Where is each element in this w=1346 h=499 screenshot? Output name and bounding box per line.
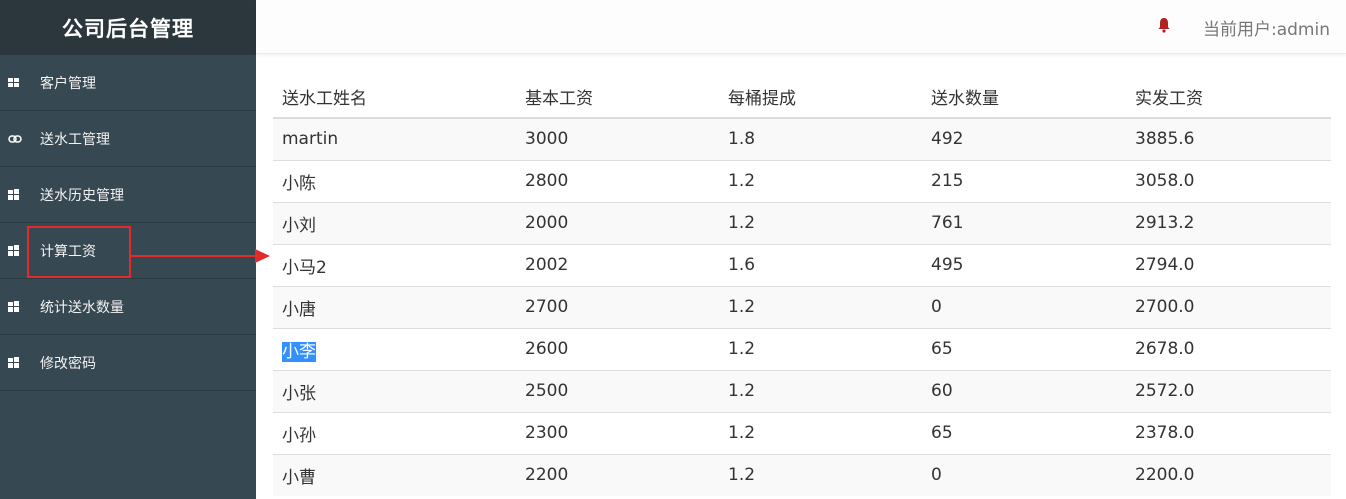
table-cell: 小唐	[273, 285, 516, 328]
table-row: 小孙 2300 1.2 65 2378.0	[273, 411, 1331, 454]
sidebar-item-history[interactable]: 送水历史管理	[0, 167, 256, 223]
table-cell: 215	[922, 159, 1126, 202]
table-header-row: 送水工姓名 基本工资 每桶提成 送水数量 实发工资	[273, 76, 1331, 119]
table-row: 小李 2600 1.2 65 2678.0	[273, 327, 1331, 370]
table-cell: 3000	[516, 117, 719, 160]
table-row: 小陈 2800 1.2 215 3058.0	[273, 159, 1331, 202]
table-cell: 小曹	[273, 453, 516, 496]
column-header: 每桶提成	[719, 76, 922, 119]
table-cell: 小孙	[273, 411, 516, 454]
table-cell: 2913.2	[1126, 201, 1331, 244]
sidebar-item-label: 送水历史管理	[40, 187, 124, 204]
table-cell: 1.2	[719, 453, 922, 496]
puzzle-icon	[0, 300, 40, 313]
table-cell: 1.2	[719, 201, 922, 244]
sidebar-item-label: 送水工管理	[40, 131, 110, 148]
annotation-highlight-box	[27, 226, 131, 278]
annotation-arrow-icon	[131, 249, 270, 263]
table-row: 小唐 2700 1.2 0 2700.0	[273, 285, 1331, 328]
table-cell: 2700.0	[1126, 285, 1331, 328]
table-cell: 2002	[516, 243, 719, 286]
table-cell: 65	[922, 327, 1126, 370]
table-cell: 2200.0	[1126, 453, 1331, 496]
column-header: 基本工资	[516, 76, 719, 119]
table-cell: 小陈	[273, 159, 516, 202]
sidebar-item-statistics[interactable]: 统计送水数量	[0, 279, 256, 335]
sidebar-item-customers[interactable]: 客户管理	[0, 55, 256, 111]
table-row: martin 3000 1.8 492 3885.6	[273, 117, 1331, 160]
sidebar-item-label: 修改密码	[40, 355, 96, 372]
main-content: 送水工姓名 基本工资 每桶提成 送水数量 实发工资 martin 3000 1.…	[273, 76, 1331, 496]
table-cell: 492	[922, 117, 1126, 160]
table-cell: 1.2	[719, 411, 922, 454]
column-header: 送水数量	[922, 76, 1126, 119]
sidebar-item-password[interactable]: 修改密码	[0, 335, 256, 391]
sidebar-item-workers[interactable]: 送水工管理	[0, 111, 256, 167]
puzzle-icon	[0, 356, 40, 369]
puzzle-icon	[0, 188, 40, 201]
table-row: 小曹 2200 1.2 0 2200.0	[273, 453, 1331, 496]
table-row: 小马2 2002 1.6 495 2794.0	[273, 243, 1331, 286]
sidebar-menu: 客户管理 送水工管理 送水历史管理 计算工资 统计送水数量 修改密码	[0, 55, 256, 391]
table-cell: 65	[922, 411, 1126, 454]
table-cell: 小张	[273, 369, 516, 412]
salary-table: 送水工姓名 基本工资 每桶提成 送水数量 实发工资 martin 3000 1.…	[273, 76, 1331, 496]
table-cell: 3885.6	[1126, 117, 1331, 160]
table-cell: 2794.0	[1126, 243, 1331, 286]
link-icon	[0, 134, 40, 144]
table-cell: 小李	[273, 327, 516, 370]
column-header: 实发工资	[1126, 76, 1331, 119]
sidebar-item-label: 统计送水数量	[40, 299, 124, 316]
column-header: 送水工姓名	[273, 76, 516, 119]
table-cell: 2000	[516, 201, 719, 244]
bell-icon[interactable]	[1157, 17, 1171, 37]
table-cell: 1.6	[719, 243, 922, 286]
table-cell: 0	[922, 285, 1126, 328]
table-row: 小张 2500 1.2 60 2572.0	[273, 369, 1331, 412]
app-title: 公司后台管理	[0, 0, 256, 55]
sidebar-item-label: 客户管理	[40, 75, 96, 92]
table-cell: 1.8	[719, 117, 922, 160]
current-user: 当前用户:admin	[1203, 19, 1330, 40]
table-cell: 2678.0	[1126, 327, 1331, 370]
table-row: 小刘 2000 1.2 761 2913.2	[273, 201, 1331, 244]
table-cell: 小刘	[273, 201, 516, 244]
table-cell: 1.2	[719, 327, 922, 370]
table-cell: 2572.0	[1126, 369, 1331, 412]
table-cell: 小马2	[273, 243, 516, 286]
table-cell: 0	[922, 453, 1126, 496]
table-cell: 2378.0	[1126, 411, 1331, 454]
table-cell: 2700	[516, 285, 719, 328]
table-cell: 2500	[516, 369, 719, 412]
table-cell: 3058.0	[1126, 159, 1331, 202]
grid-icon	[0, 77, 40, 89]
table-cell: 2800	[516, 159, 719, 202]
table-cell: 1.2	[719, 285, 922, 328]
table-cell: 2200	[516, 453, 719, 496]
table-cell: 1.2	[719, 159, 922, 202]
table-cell: 60	[922, 369, 1126, 412]
table-cell: martin	[273, 117, 516, 160]
table-cell: 2300	[516, 411, 719, 454]
table-cell: 495	[922, 243, 1126, 286]
table-cell: 1.2	[719, 369, 922, 412]
top-header: 当前用户:admin	[256, 0, 1346, 54]
table-cell: 2600	[516, 327, 719, 370]
table-cell: 761	[922, 201, 1126, 244]
selected-text: 小李	[282, 341, 316, 362]
